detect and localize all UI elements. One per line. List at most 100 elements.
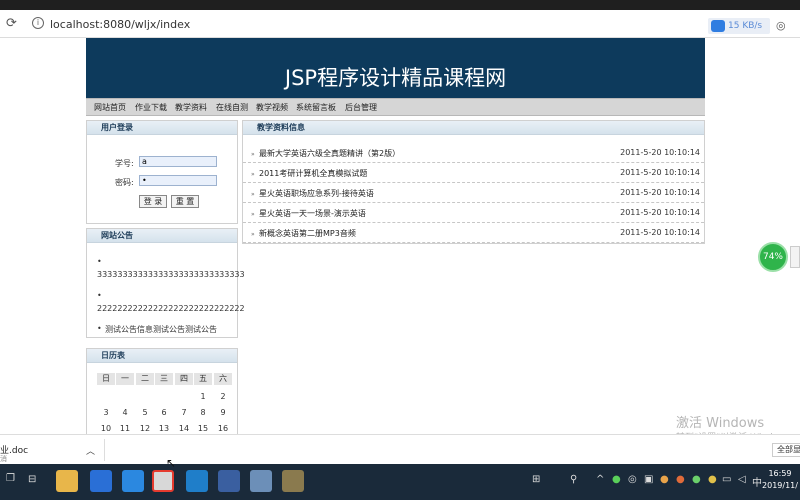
login-header: 用户登录 [87, 121, 237, 135]
login-panel: 用户登录 学号: a 密码: • 登 录 重 置 [86, 120, 238, 224]
nav-materials[interactable]: 教学资料 [175, 102, 207, 113]
task-view-icon[interactable]: ⊟ [28, 474, 36, 485]
volume-icon[interactable]: ◁ [738, 474, 746, 485]
reload-icon[interactable]: ⟳ [6, 16, 17, 31]
person-icon[interactable]: ⚲ [570, 474, 577, 485]
tray-app-icon[interactable]: ● [660, 474, 669, 485]
clock-date: 2019/11/ [762, 481, 798, 490]
tray-app-icon[interactable]: ◎ [628, 474, 637, 485]
nav-guestbook[interactable]: 系统留言板 [296, 102, 336, 113]
password-input[interactable]: • [139, 175, 217, 186]
resource-title[interactable]: 最新大学英语六级全真题精讲（第2版） [259, 148, 400, 159]
resource-date: 2011-5-20 10:10:14 [620, 148, 700, 157]
resource-title[interactable]: 新概念英语第二册MP3音频 [259, 228, 356, 239]
calendar-day[interactable]: 4 [116, 408, 134, 417]
calendar-day[interactable]: 5 [136, 408, 154, 417]
tray-app-icon[interactable]: ● [692, 474, 701, 485]
resource-title[interactable]: 星火英语一天一场景-演示英语 [259, 208, 366, 219]
speed-text: 15 KB/s [728, 21, 763, 31]
chevron-up-icon[interactable]: ^ [596, 474, 604, 485]
arrow-icon: » [251, 231, 255, 238]
password-label: 密码: [115, 178, 134, 187]
calendar-day[interactable]: 10 [97, 424, 115, 433]
list-item[interactable]: » 2011考研计算机全真模拟试题 2011-5-20 10:10:14 [243, 163, 704, 183]
calendar-day[interactable]: 13 [155, 424, 173, 433]
network-icon[interactable]: ▭ [722, 474, 731, 485]
reset-button[interactable]: 重 置 [171, 195, 199, 208]
calendar-weekday: 二 [136, 373, 154, 385]
cloud-icon [711, 20, 725, 32]
calendar-weekday: 三 [155, 373, 173, 385]
calendar-day[interactable]: 6 [155, 408, 173, 417]
calendar-day[interactable]: 16 [214, 424, 232, 433]
windows-icon[interactable]: ❐ [6, 473, 15, 484]
download-status: 消 [0, 455, 7, 463]
calendar-weekday: 一 [116, 373, 134, 385]
browser-toolbar: ⟳ i localhost:8080/wljx/index 15 KB/s ◎ [0, 10, 800, 38]
username-input[interactable]: a [139, 156, 217, 167]
calendar-day[interactable]: 1 [194, 392, 212, 401]
notice-item[interactable]: 33333333333333333333333333333 [97, 270, 245, 279]
speed-gauge[interactable]: 74% [758, 242, 788, 272]
calendar-weekday: 六 [214, 373, 232, 385]
bullet-icon: • [97, 324, 102, 333]
list-item[interactable]: » 最新大学英语六级全真题精讲（第2版） 2011-5-20 10:10:14 [243, 143, 704, 163]
nav-videos[interactable]: 教学视频 [256, 102, 288, 113]
calendar-day[interactable]: 8 [194, 408, 212, 417]
calendar-day[interactable]: 12 [136, 424, 154, 433]
calendar-header: 日历表 [87, 349, 237, 363]
resource-title[interactable]: 星火英语职场应急系列-接待英语 [259, 188, 374, 199]
resource-date: 2011-5-20 10:10:14 [620, 228, 700, 237]
tray-app-icon[interactable]: ▣ [644, 474, 653, 485]
resource-title[interactable]: 2011考研计算机全真模拟试题 [259, 168, 367, 179]
calendar-day[interactable]: 14 [175, 424, 193, 433]
word-icon[interactable] [90, 470, 112, 492]
tray-app-icon[interactable]: ● [676, 474, 685, 485]
list-item[interactable]: » 星火英语一天一场景-演示英语 2011-5-20 10:10:14 [243, 203, 704, 223]
nav-admin[interactable]: 后台管理 [345, 102, 377, 113]
chrome-icon[interactable] [152, 470, 174, 492]
pen-app-icon[interactable] [218, 470, 240, 492]
arrow-icon: » [251, 171, 255, 178]
speed-extension[interactable]: 15 KB/s [708, 18, 770, 34]
nav-selftest[interactable]: 在线自测 [216, 102, 248, 113]
keyboard-icon[interactable]: ⊞ [532, 474, 540, 485]
mouse-cursor-icon: ↖ [166, 456, 177, 470]
site-title: JSP程序设计精品课程网 [284, 66, 507, 90]
info-icon[interactable]: i [32, 17, 44, 29]
gauge-tab[interactable] [790, 246, 800, 268]
baidu-netdisk-icon[interactable] [122, 470, 144, 492]
tray-app-icon[interactable]: ● [612, 474, 621, 485]
main-nav: 网站首页 作业下载 教学资料 在线自测 教学视频 系统留言板 后台管理 [86, 98, 705, 116]
site-banner: JSP程序设计精品课程网 [86, 38, 705, 98]
calendar-day[interactable]: 15 [194, 424, 212, 433]
tray-app-icon[interactable]: ● [708, 474, 717, 485]
taskbar-clock[interactable]: 16:59 2019/11/ [760, 468, 800, 492]
nav-homework[interactable]: 作业下载 [135, 102, 167, 113]
printer-app-icon[interactable] [250, 470, 272, 492]
calendar-day[interactable]: 2 [214, 392, 232, 401]
app-icon[interactable] [186, 470, 208, 492]
account-icon[interactable]: ◎ [776, 19, 786, 32]
calendar-day[interactable]: 11 [116, 424, 134, 433]
calendar-day[interactable]: 3 [97, 408, 115, 417]
chevron-up-icon[interactable]: ︿ [86, 444, 95, 457]
calendar-day[interactable]: 9 [214, 408, 232, 417]
calendar-weekday: 五 [194, 373, 212, 385]
show-all-button[interactable]: 全部显 [772, 443, 800, 457]
bullet-icon: • [97, 257, 102, 266]
list-item[interactable]: » 星火英语职场应急系列-接待英语 2011-5-20 10:10:14 [243, 183, 704, 203]
list-item[interactable]: » 新概念英语第二册MP3音频 2011-5-20 10:10:14 [243, 223, 704, 243]
resource-date: 2011-5-20 10:10:14 [620, 208, 700, 217]
taskbar: ❐ ⊟ ⊞ ⚲ ^ ● ◎ ▣ ● ● ● ● ▭ ◁ 中 16:59 2019… [0, 464, 800, 500]
notice-item[interactable]: 22222222222222222222222222222 [97, 304, 245, 313]
address-bar[interactable]: localhost:8080/wljx/index [50, 18, 190, 31]
login-button[interactable]: 登 录 [139, 195, 167, 208]
file-explorer-icon[interactable] [56, 470, 78, 492]
notice-item[interactable]: 测试公告信息测试公告测试公告 [105, 324, 217, 335]
notice-panel: 网站公告 • 33333333333333333333333333333 • 2… [86, 228, 245, 338]
tools-app-icon[interactable] [282, 470, 304, 492]
calendar-day[interactable]: 7 [175, 408, 193, 417]
nav-home[interactable]: 网站首页 [94, 102, 126, 113]
arrow-icon: » [251, 151, 255, 158]
